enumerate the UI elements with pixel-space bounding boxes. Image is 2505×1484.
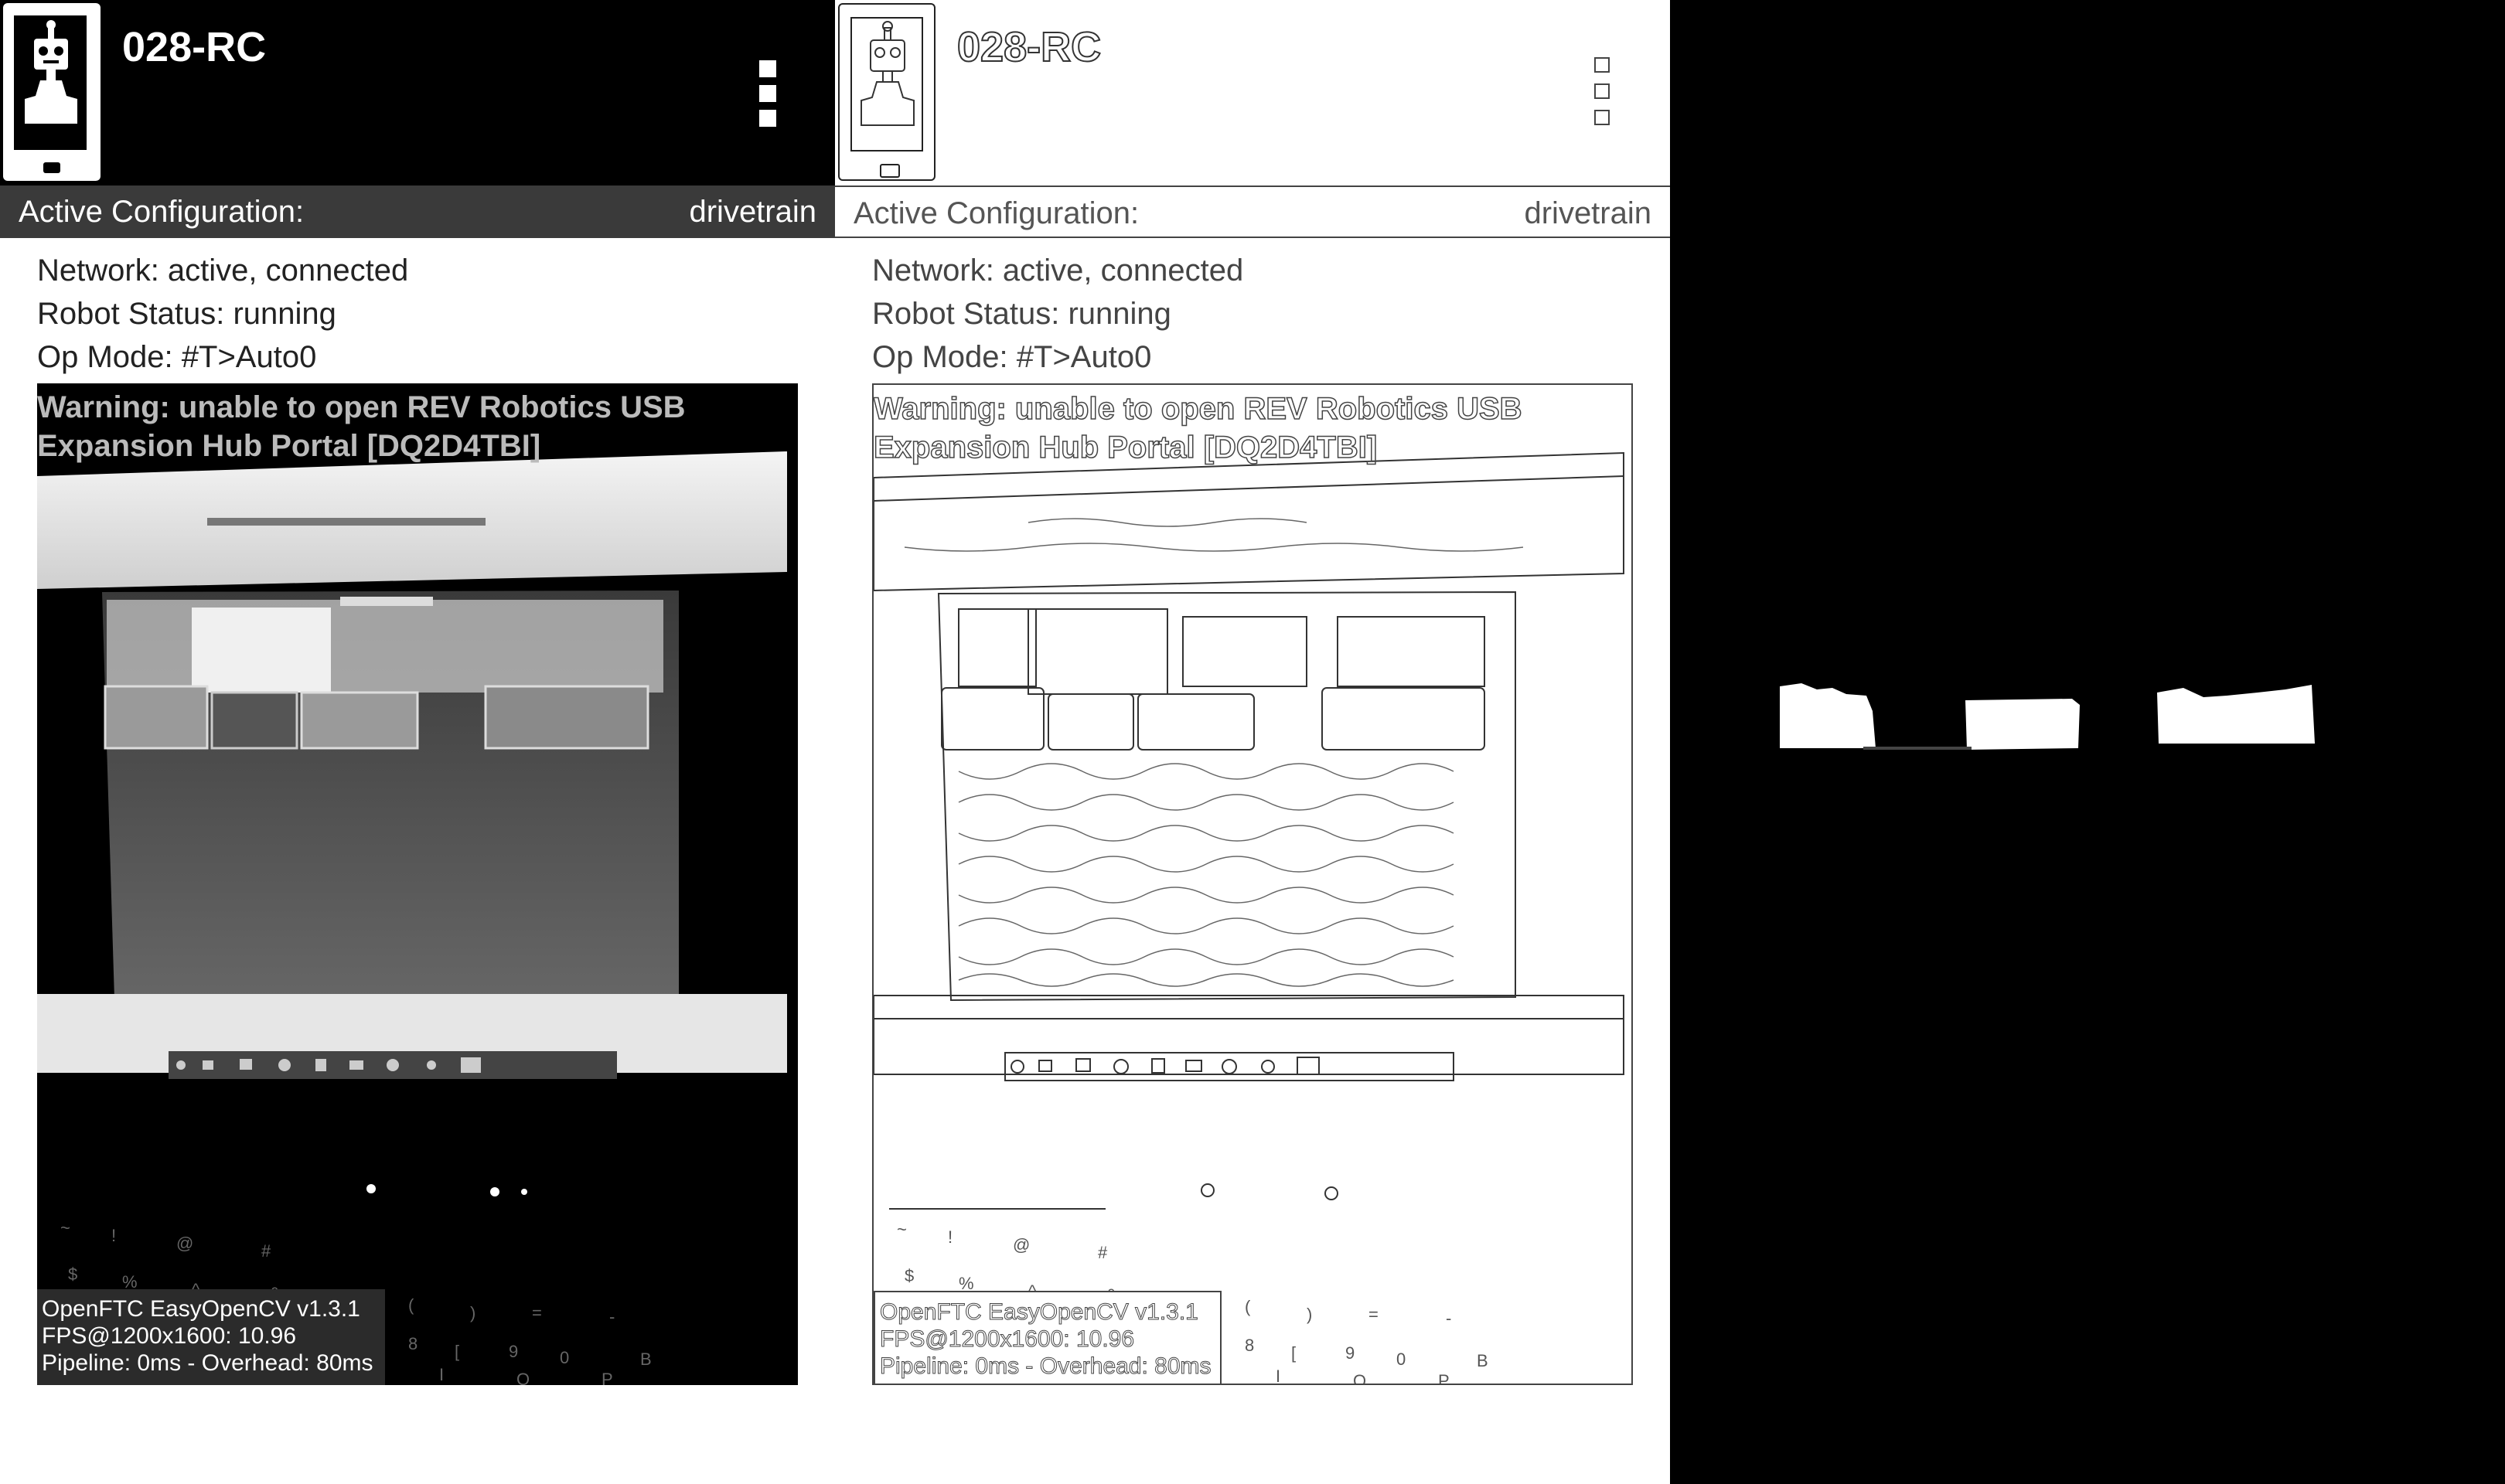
- svg-text:(: (: [1245, 1297, 1251, 1316]
- hub-warning: Warning: unable to open REV Robotics USB…: [874, 391, 1522, 465]
- svg-text:I: I: [1276, 1367, 1280, 1385]
- threshold-mask-panel: [1670, 0, 2505, 1484]
- edge-camera-preview: ~!@ #$% ^&( )=- 8[9 0BI OP Warning: unab…: [872, 383, 1633, 1385]
- robot-status: Robot Status: running: [872, 297, 1171, 331]
- svg-text:0: 0: [1396, 1350, 1406, 1369]
- overlay-version: OpenFTC EasyOpenCV v1.3.1: [42, 1296, 360, 1322]
- active-configuration-bar: Active Configuration: drivetrain: [835, 186, 1670, 238]
- grayscale-view-panel: 028-RC Active Configuration: drivetrain …: [0, 0, 835, 1484]
- svg-text:P: P: [602, 1370, 613, 1385]
- overlay-fps: FPS@1200x1600: 10.96: [880, 1326, 1135, 1353]
- svg-text:=: =: [532, 1303, 542, 1322]
- svg-text:~: ~: [897, 1220, 907, 1239]
- app-title: 028-RC: [956, 23, 1102, 71]
- svg-text:I: I: [439, 1365, 444, 1384]
- svg-text:~: ~: [60, 1218, 70, 1237]
- svg-text:-: -: [609, 1307, 615, 1326]
- overflow-menu-icon[interactable]: [1583, 56, 1627, 133]
- camera-stats-overlay: OpenFTC EasyOpenCV v1.3.1 FPS@1200x1600:…: [37, 1289, 385, 1385]
- svg-text:9: 9: [1345, 1343, 1355, 1363]
- mask-blob-left: [1780, 683, 1876, 748]
- svg-text:8: 8: [1245, 1336, 1254, 1355]
- svg-text:P: P: [1438, 1371, 1450, 1385]
- config-value: drivetrain: [689, 195, 816, 229]
- op-mode-status: Op Mode: #T>Auto0: [37, 340, 317, 374]
- camera-stats-overlay: OpenFTC EasyOpenCV v1.3.1 FPS@1200x1600:…: [874, 1291, 1222, 1384]
- overflow-menu-icon[interactable]: [748, 56, 792, 133]
- network-status: Network: active, connected: [37, 254, 409, 288]
- mask-blob-right: [2157, 685, 2315, 744]
- svg-text:): ): [1307, 1305, 1312, 1324]
- svg-text:=: =: [1368, 1305, 1379, 1324]
- svg-text:[: [: [1291, 1343, 1296, 1363]
- app-title: 028-RC: [122, 24, 267, 70]
- svg-text:O: O: [1353, 1371, 1366, 1385]
- network-status: Network: active, connected: [872, 254, 1244, 288]
- edge-view-panel: 028-RC Active Configuration: drivetrain …: [835, 0, 1670, 1484]
- svg-text:$: $: [905, 1266, 914, 1285]
- op-mode-status: Op Mode: #T>Auto0: [872, 340, 1152, 374]
- svg-text:$: $: [68, 1264, 77, 1284]
- mask-blob-middle: [1965, 699, 2080, 750]
- app-bar: 028-RC: [0, 0, 835, 186]
- svg-text:): ): [470, 1303, 475, 1322]
- config-value: drivetrain: [1524, 196, 1651, 230]
- svg-text:B: B: [640, 1350, 652, 1369]
- svg-text:!: !: [948, 1227, 953, 1247]
- overlay-pipeline: Pipeline: 0ms - Overhead: 80ms: [880, 1353, 1212, 1380]
- app-bar-edges: 028-RC: [835, 0, 1670, 186]
- hub-warning: Warning: unable to open REV Robotics USB…: [37, 390, 686, 463]
- robot-status: Robot Status: running: [37, 297, 336, 331]
- svg-text:!: !: [111, 1226, 116, 1245]
- svg-text:@: @: [176, 1234, 193, 1253]
- svg-text:#: #: [261, 1241, 271, 1261]
- svg-text:#: #: [1098, 1243, 1108, 1262]
- camera-preview: ~!@ #$% ^&( )=- 8[9 0BI OP Warning: unab…: [37, 383, 798, 1385]
- svg-text:B: B: [1477, 1351, 1488, 1370]
- svg-text:[: [: [455, 1342, 459, 1361]
- svg-text:8: 8: [408, 1334, 418, 1353]
- active-configuration-bar: Active Configuration: drivetrain: [0, 186, 835, 238]
- svg-text:9: 9: [509, 1342, 518, 1361]
- config-label: Active Configuration:: [854, 196, 1140, 230]
- config-label: Active Configuration:: [19, 195, 305, 229]
- overlay-pipeline: Pipeline: 0ms - Overhead: 80ms: [42, 1350, 373, 1376]
- svg-text:@: @: [1013, 1235, 1030, 1254]
- overlay-version: OpenFTC EasyOpenCV v1.3.1: [880, 1299, 1199, 1326]
- svg-text:(: (: [408, 1295, 414, 1315]
- svg-text:0: 0: [560, 1348, 569, 1367]
- robot-phone-icon: [838, 3, 936, 181]
- svg-text:-: -: [1446, 1309, 1451, 1328]
- overlay-fps: FPS@1200x1600: 10.96: [42, 1323, 297, 1349]
- robot-phone-icon: [3, 3, 101, 181]
- svg-text:O: O: [516, 1370, 530, 1385]
